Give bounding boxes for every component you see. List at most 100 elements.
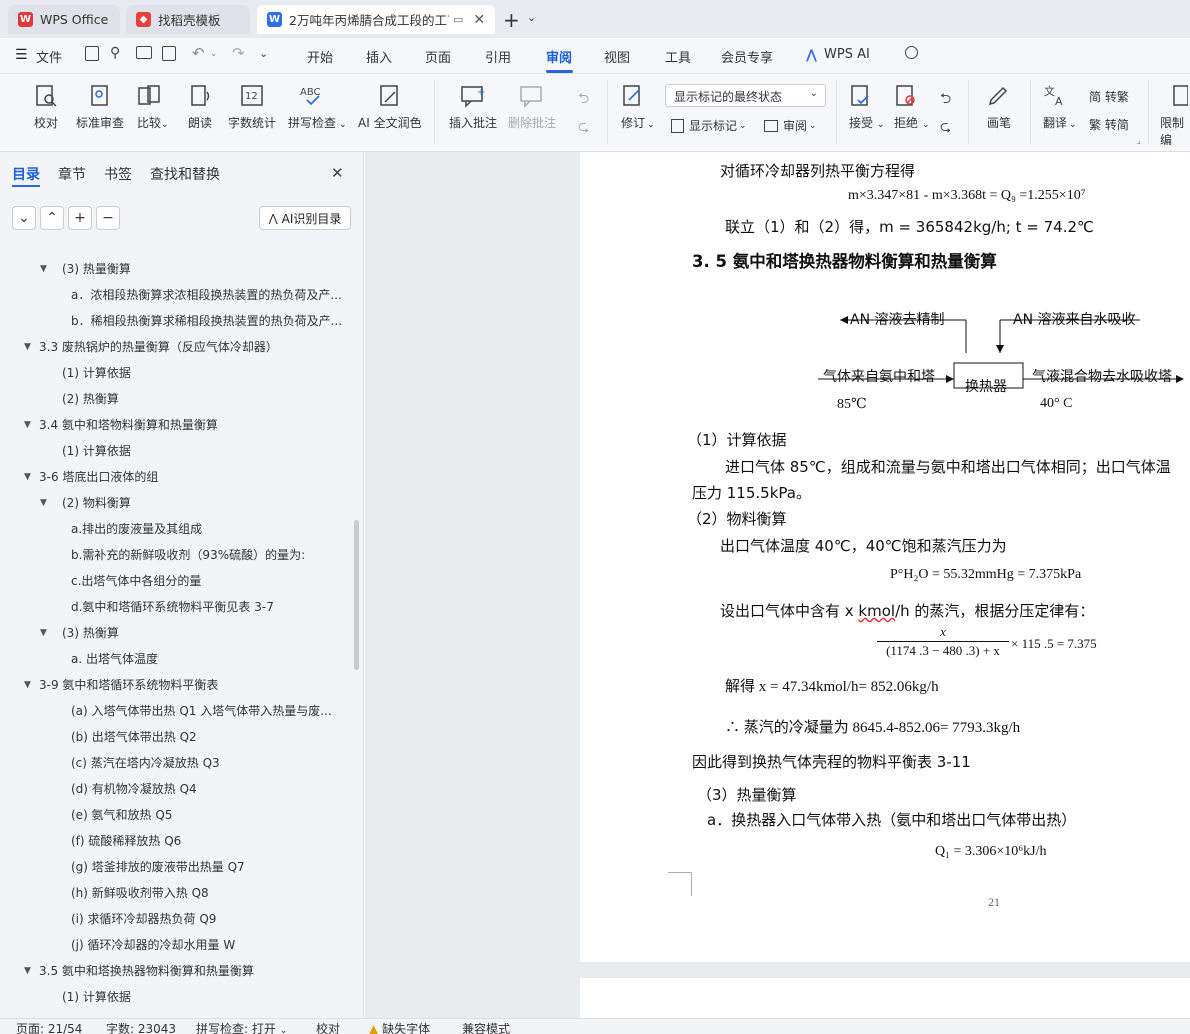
accept-button[interactable]: 接受 <box>848 84 874 131</box>
ai-polish-button[interactable]: AI 全文润色 <box>358 84 422 131</box>
menu-view[interactable]: 视图 <box>604 47 630 66</box>
menu-review[interactable]: 审阅 <box>546 47 572 66</box>
translate-button[interactable]: 文 A 翻译 <box>1042 84 1068 131</box>
print-preview-icon[interactable] <box>162 46 176 61</box>
toc-item[interactable]: (b) 出塔气体带出热 Q2 <box>71 724 197 750</box>
standard-review-button[interactable]: 标准审查 <box>76 84 124 131</box>
hamburger-icon[interactable]: ☰ <box>15 47 28 63</box>
new-tab-icon[interactable]: + <box>503 8 520 32</box>
toc-collapse-caret-icon[interactable]: ▼ <box>24 672 31 698</box>
add-heading-button[interactable]: + <box>68 206 92 230</box>
word-count-button[interactable]: 12 字数统计 <box>228 84 276 131</box>
toc-collapse-caret-icon[interactable]: ▼ <box>24 464 31 490</box>
toc-collapse-caret-icon[interactable]: ▼ <box>40 256 47 282</box>
expand-up-button[interactable]: ⌃ <box>40 206 64 230</box>
status-spell-check[interactable]: 拼写检查: 打开 ⌄ <box>196 1020 287 1034</box>
toc-item[interactable]: (3) 热量衡算 <box>62 256 131 282</box>
toc-item[interactable]: (h) 新鲜吸收剂带入热 Q8 <box>71 880 209 906</box>
tab-wps-office[interactable]: W WPS Office <box>8 5 120 34</box>
print-icon[interactable] <box>136 46 152 59</box>
sidebar-scrollbar[interactable] <box>354 520 359 670</box>
toc-item[interactable]: a．浓相段热衡算求浓相段换热装置的热负荷及产... <box>71 282 342 308</box>
toc-item[interactable]: (1) 计算依据 <box>62 360 131 386</box>
status-missing-font[interactable]: ▲ 缺失字体 <box>369 1020 430 1034</box>
spell-check-button[interactable]: ABC 拼写检查 <box>288 84 336 131</box>
restrict-edit-button[interactable]: 限制编 <box>1160 84 1190 148</box>
toc-item[interactable]: 3.4 氨中和塔物料衡算和热量衡算 <box>39 412 218 438</box>
pen-button[interactable]: 画笔 <box>986 84 1012 131</box>
tab-list-chevron-icon[interactable]: ⌄ <box>527 11 536 24</box>
ribbon-expand-icon[interactable]: ⌟ <box>1137 136 1141 145</box>
nav-tab-chapter[interactable]: 章节 <box>58 164 86 184</box>
toc-item[interactable]: (1) 计算依据 <box>62 984 131 1010</box>
undo-icon[interactable]: ↶ <box>192 44 205 62</box>
next-document-page[interactable] <box>580 978 1190 1018</box>
read-aloud-button[interactable]: 朗读 <box>187 84 213 131</box>
toc-item[interactable]: (f) 硫酸稀释放热 Q6 <box>71 828 181 854</box>
track-dropdown-icon[interactable]: ⌄ <box>647 120 655 130</box>
review-pane-button[interactable]: 审阅 ⌄ <box>764 117 817 134</box>
track-changes-button[interactable]: 修订 <box>620 84 646 131</box>
toc-item[interactable]: (d) 有机物冷凝放热 Q4 <box>71 776 197 802</box>
toc-item[interactable]: c.出塔气体中各组分的量 <box>71 568 201 594</box>
save-icon[interactable] <box>85 46 99 61</box>
toc-item[interactable]: 3-9 氨中和塔循环系统物料平衡表 <box>39 672 218 698</box>
redo-icon[interactable]: ↷ <box>232 44 245 62</box>
toc-collapse-caret-icon[interactable]: ▼ <box>40 620 47 646</box>
toc-item[interactable]: b.需补充的新鲜吸收剂（93%硫酸）的量为: <box>71 542 305 568</box>
toc-item[interactable]: (g) 塔釜排放的废液带出热量 Q7 <box>71 854 245 880</box>
accept-dropdown-icon[interactable]: ⌄ <box>877 120 885 130</box>
menu-file[interactable]: 文件 <box>36 47 62 66</box>
toc-item[interactable]: (a) 入塔气体带出热 Q1 入塔气体带入热量与废... <box>71 698 332 724</box>
document-page[interactable]: 对循环冷却器列热平衡方程得 m×3.347×81 - m×3.368t = Q₉… <box>580 152 1190 962</box>
menu-reference[interactable]: 引用 <box>485 47 511 66</box>
compare-dropdown-icon[interactable]: ⌄ <box>161 120 169 130</box>
display-mode-select[interactable]: 显示标记的最终状态 ⌄ <box>665 84 826 107</box>
remove-heading-button[interactable]: − <box>96 206 120 230</box>
toc-item[interactable]: d.氨中和塔循环系统物料平衡见表 3-7 <box>71 594 274 620</box>
monitor-icon[interactable]: ▭ <box>453 13 463 26</box>
toc-item[interactable]: (2) 物料衡算 <box>62 490 131 516</box>
toc-collapse-caret-icon[interactable]: ▼ <box>24 958 31 984</box>
undo-dropdown-icon[interactable]: ⌄ <box>210 49 218 59</box>
toc-item[interactable]: a. 出塔气体温度 <box>71 646 158 672</box>
toc-item[interactable]: (1) 计算依据 <box>62 438 131 464</box>
pin-icon[interactable]: ⚲ <box>110 45 120 61</box>
search-icon[interactable] <box>905 46 918 59</box>
toc-item[interactable]: (c) 蒸汽在塔内冷凝放热 Q3 <box>71 750 220 776</box>
menu-member[interactable]: 会员专享 <box>721 47 773 66</box>
toc-item[interactable]: a.排出的废液量及其组成 <box>71 516 202 542</box>
close-pane-icon[interactable]: ✕ <box>331 164 344 182</box>
ai-toc-button[interactable]: ⋀ AI识别目录 <box>259 206 351 230</box>
show-marks-button[interactable]: 显示标记 ⌄ <box>671 117 747 134</box>
nav-tab-bookmark[interactable]: 书签 <box>104 164 132 184</box>
spell-dropdown-icon[interactable]: ⌄ <box>339 120 347 130</box>
reject-button[interactable]: 拒绝 <box>893 84 919 131</box>
menu-tools[interactable]: 工具 <box>665 47 691 66</box>
spell-error-text[interactable]: kmol <box>858 602 895 620</box>
tab-active-document[interactable]: W 2万吨年丙烯腈合成工段的工艺 ▭ ✕ <box>257 5 495 34</box>
prev-change-icon[interactable]: ⮌ <box>940 88 951 112</box>
nav-tab-find-replace[interactable]: 查找和替换 <box>150 164 220 184</box>
insert-comment-button[interactable]: + 插入批注 <box>449 84 497 131</box>
toc-collapse-caret-icon[interactable]: ▼ <box>24 334 31 360</box>
menu-page[interactable]: 页面 <box>425 47 451 66</box>
translate-dropdown-icon[interactable]: ⌄ <box>1069 120 1077 130</box>
status-proofread[interactable]: 校对 <box>316 1020 340 1034</box>
more-chevron-icon[interactable]: ⌄ <box>259 47 268 60</box>
next-comment-icon[interactable]: ⮎ <box>578 116 589 140</box>
prev-comment-icon[interactable]: ⮌ <box>578 88 589 112</box>
delete-comment-button[interactable]: 删除批注 <box>508 84 556 131</box>
toc-item[interactable]: 3.5 氨中和塔换热器物料衡算和热量衡算 <box>39 958 254 984</box>
toc-collapse-caret-icon[interactable]: ▼ <box>40 490 47 516</box>
menu-insert[interactable]: 插入 <box>366 47 392 66</box>
to-traditional-button[interactable]: 简 转繁 <box>1089 88 1129 105</box>
compare-button[interactable]: 比较 <box>136 84 162 131</box>
tab-docer[interactable]: ◆ 找稻壳模板 <box>126 5 250 34</box>
next-change-icon[interactable]: ⮎ <box>940 116 951 140</box>
toc-item[interactable]: (3) 热衡算 <box>62 620 119 646</box>
toc-item[interactable]: (j) 循环冷却器的冷却水用量 W <box>71 932 235 958</box>
toc-item[interactable]: (e) 氨气和放热 Q5 <box>71 802 172 828</box>
nav-tab-toc[interactable]: 目录 <box>12 164 40 184</box>
to-simplified-button[interactable]: 繁 转简 <box>1089 116 1129 133</box>
